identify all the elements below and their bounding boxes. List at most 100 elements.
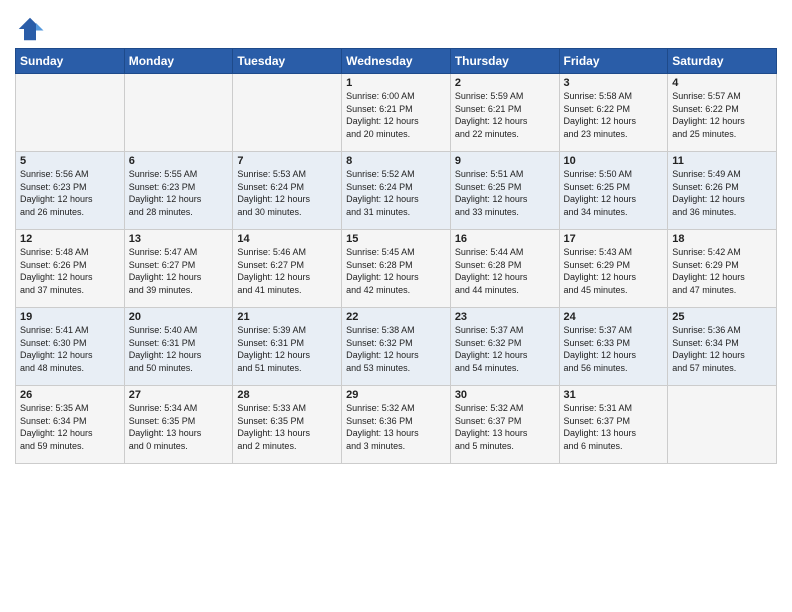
day-info: Sunrise: 5:34 AMSunset: 6:35 PMDaylight:… xyxy=(129,402,229,452)
day-info: Sunrise: 5:47 AMSunset: 6:27 PMDaylight:… xyxy=(129,246,229,296)
calendar-cell: 31Sunrise: 5:31 AMSunset: 6:37 PMDayligh… xyxy=(559,386,668,464)
day-number: 29 xyxy=(346,389,446,401)
day-info: Sunrise: 5:42 AMSunset: 6:29 PMDaylight:… xyxy=(672,246,772,296)
day-header-monday: Monday xyxy=(124,49,233,74)
main-container: SundayMondayTuesdayWednesdayThursdayFrid… xyxy=(0,0,792,469)
day-number: 5 xyxy=(20,155,120,167)
calendar-cell: 21Sunrise: 5:39 AMSunset: 6:31 PMDayligh… xyxy=(233,308,342,386)
day-number: 26 xyxy=(20,389,120,401)
day-info: Sunrise: 5:56 AMSunset: 6:23 PMDaylight:… xyxy=(20,168,120,218)
calendar-cell: 15Sunrise: 5:45 AMSunset: 6:28 PMDayligh… xyxy=(342,230,451,308)
day-number: 30 xyxy=(455,389,555,401)
logo xyxy=(15,14,49,44)
calendar-cell: 26Sunrise: 5:35 AMSunset: 6:34 PMDayligh… xyxy=(16,386,125,464)
day-number: 8 xyxy=(346,155,446,167)
day-info: Sunrise: 5:48 AMSunset: 6:26 PMDaylight:… xyxy=(20,246,120,296)
calendar-week-row: 5Sunrise: 5:56 AMSunset: 6:23 PMDaylight… xyxy=(16,152,777,230)
calendar-header-row: SundayMondayTuesdayWednesdayThursdayFrid… xyxy=(16,49,777,74)
day-number: 25 xyxy=(672,311,772,323)
day-info: Sunrise: 5:51 AMSunset: 6:25 PMDaylight:… xyxy=(455,168,555,218)
day-number: 24 xyxy=(564,311,664,323)
calendar-cell: 13Sunrise: 5:47 AMSunset: 6:27 PMDayligh… xyxy=(124,230,233,308)
day-info: Sunrise: 5:59 AMSunset: 6:21 PMDaylight:… xyxy=(455,90,555,140)
calendar-cell: 28Sunrise: 5:33 AMSunset: 6:35 PMDayligh… xyxy=(233,386,342,464)
day-number: 27 xyxy=(129,389,229,401)
calendar-cell: 19Sunrise: 5:41 AMSunset: 6:30 PMDayligh… xyxy=(16,308,125,386)
calendar-cell: 9Sunrise: 5:51 AMSunset: 6:25 PMDaylight… xyxy=(450,152,559,230)
calendar-cell: 6Sunrise: 5:55 AMSunset: 6:23 PMDaylight… xyxy=(124,152,233,230)
header xyxy=(15,10,777,44)
calendar-week-row: 12Sunrise: 5:48 AMSunset: 6:26 PMDayligh… xyxy=(16,230,777,308)
day-info: Sunrise: 5:37 AMSunset: 6:32 PMDaylight:… xyxy=(455,324,555,374)
calendar-cell: 24Sunrise: 5:37 AMSunset: 6:33 PMDayligh… xyxy=(559,308,668,386)
day-number: 3 xyxy=(564,77,664,89)
day-info: Sunrise: 5:39 AMSunset: 6:31 PMDaylight:… xyxy=(237,324,337,374)
calendar-cell: 29Sunrise: 5:32 AMSunset: 6:36 PMDayligh… xyxy=(342,386,451,464)
day-number: 12 xyxy=(20,233,120,245)
day-number: 20 xyxy=(129,311,229,323)
calendar-cell: 18Sunrise: 5:42 AMSunset: 6:29 PMDayligh… xyxy=(668,230,777,308)
day-info: Sunrise: 5:43 AMSunset: 6:29 PMDaylight:… xyxy=(564,246,664,296)
day-number: 23 xyxy=(455,311,555,323)
calendar-cell: 7Sunrise: 5:53 AMSunset: 6:24 PMDaylight… xyxy=(233,152,342,230)
calendar-cell: 23Sunrise: 5:37 AMSunset: 6:32 PMDayligh… xyxy=(450,308,559,386)
day-info: Sunrise: 5:32 AMSunset: 6:37 PMDaylight:… xyxy=(455,402,555,452)
day-info: Sunrise: 5:57 AMSunset: 6:22 PMDaylight:… xyxy=(672,90,772,140)
day-info: Sunrise: 5:52 AMSunset: 6:24 PMDaylight:… xyxy=(346,168,446,218)
day-info: Sunrise: 5:49 AMSunset: 6:26 PMDaylight:… xyxy=(672,168,772,218)
day-info: Sunrise: 5:40 AMSunset: 6:31 PMDaylight:… xyxy=(129,324,229,374)
day-info: Sunrise: 5:35 AMSunset: 6:34 PMDaylight:… xyxy=(20,402,120,452)
day-header-tuesday: Tuesday xyxy=(233,49,342,74)
day-number: 9 xyxy=(455,155,555,167)
day-number: 18 xyxy=(672,233,772,245)
day-info: Sunrise: 5:45 AMSunset: 6:28 PMDaylight:… xyxy=(346,246,446,296)
day-info: Sunrise: 5:31 AMSunset: 6:37 PMDaylight:… xyxy=(564,402,664,452)
calendar-cell: 14Sunrise: 5:46 AMSunset: 6:27 PMDayligh… xyxy=(233,230,342,308)
calendar-cell: 30Sunrise: 5:32 AMSunset: 6:37 PMDayligh… xyxy=(450,386,559,464)
day-info: Sunrise: 6:00 AMSunset: 6:21 PMDaylight:… xyxy=(346,90,446,140)
calendar-cell: 3Sunrise: 5:58 AMSunset: 6:22 PMDaylight… xyxy=(559,74,668,152)
calendar-cell: 22Sunrise: 5:38 AMSunset: 6:32 PMDayligh… xyxy=(342,308,451,386)
day-number: 13 xyxy=(129,233,229,245)
calendar-cell: 5Sunrise: 5:56 AMSunset: 6:23 PMDaylight… xyxy=(16,152,125,230)
day-info: Sunrise: 5:32 AMSunset: 6:36 PMDaylight:… xyxy=(346,402,446,452)
day-number: 28 xyxy=(237,389,337,401)
calendar-week-row: 1Sunrise: 6:00 AMSunset: 6:21 PMDaylight… xyxy=(16,74,777,152)
day-number: 31 xyxy=(564,389,664,401)
calendar-cell: 11Sunrise: 5:49 AMSunset: 6:26 PMDayligh… xyxy=(668,152,777,230)
calendar-cell xyxy=(233,74,342,152)
day-number: 4 xyxy=(672,77,772,89)
calendar-week-row: 19Sunrise: 5:41 AMSunset: 6:30 PMDayligh… xyxy=(16,308,777,386)
calendar-table: SundayMondayTuesdayWednesdayThursdayFrid… xyxy=(15,48,777,464)
calendar-cell: 27Sunrise: 5:34 AMSunset: 6:35 PMDayligh… xyxy=(124,386,233,464)
day-number: 17 xyxy=(564,233,664,245)
day-number: 6 xyxy=(129,155,229,167)
calendar-cell: 25Sunrise: 5:36 AMSunset: 6:34 PMDayligh… xyxy=(668,308,777,386)
day-info: Sunrise: 5:53 AMSunset: 6:24 PMDaylight:… xyxy=(237,168,337,218)
day-info: Sunrise: 5:44 AMSunset: 6:28 PMDaylight:… xyxy=(455,246,555,296)
day-info: Sunrise: 5:38 AMSunset: 6:32 PMDaylight:… xyxy=(346,324,446,374)
day-number: 2 xyxy=(455,77,555,89)
day-number: 1 xyxy=(346,77,446,89)
day-info: Sunrise: 5:50 AMSunset: 6:25 PMDaylight:… xyxy=(564,168,664,218)
day-info: Sunrise: 5:37 AMSunset: 6:33 PMDaylight:… xyxy=(564,324,664,374)
day-header-sunday: Sunday xyxy=(16,49,125,74)
calendar-week-row: 26Sunrise: 5:35 AMSunset: 6:34 PMDayligh… xyxy=(16,386,777,464)
calendar-cell: 20Sunrise: 5:40 AMSunset: 6:31 PMDayligh… xyxy=(124,308,233,386)
calendar-cell: 16Sunrise: 5:44 AMSunset: 6:28 PMDayligh… xyxy=(450,230,559,308)
day-number: 10 xyxy=(564,155,664,167)
day-header-thursday: Thursday xyxy=(450,49,559,74)
day-info: Sunrise: 5:58 AMSunset: 6:22 PMDaylight:… xyxy=(564,90,664,140)
calendar-cell: 10Sunrise: 5:50 AMSunset: 6:25 PMDayligh… xyxy=(559,152,668,230)
calendar-cell xyxy=(16,74,125,152)
calendar-cell: 1Sunrise: 6:00 AMSunset: 6:21 PMDaylight… xyxy=(342,74,451,152)
calendar-cell: 17Sunrise: 5:43 AMSunset: 6:29 PMDayligh… xyxy=(559,230,668,308)
calendar-cell xyxy=(124,74,233,152)
day-info: Sunrise: 5:33 AMSunset: 6:35 PMDaylight:… xyxy=(237,402,337,452)
day-number: 14 xyxy=(237,233,337,245)
calendar-cell: 12Sunrise: 5:48 AMSunset: 6:26 PMDayligh… xyxy=(16,230,125,308)
day-number: 19 xyxy=(20,311,120,323)
day-number: 11 xyxy=(672,155,772,167)
day-info: Sunrise: 5:55 AMSunset: 6:23 PMDaylight:… xyxy=(129,168,229,218)
calendar-cell: 2Sunrise: 5:59 AMSunset: 6:21 PMDaylight… xyxy=(450,74,559,152)
